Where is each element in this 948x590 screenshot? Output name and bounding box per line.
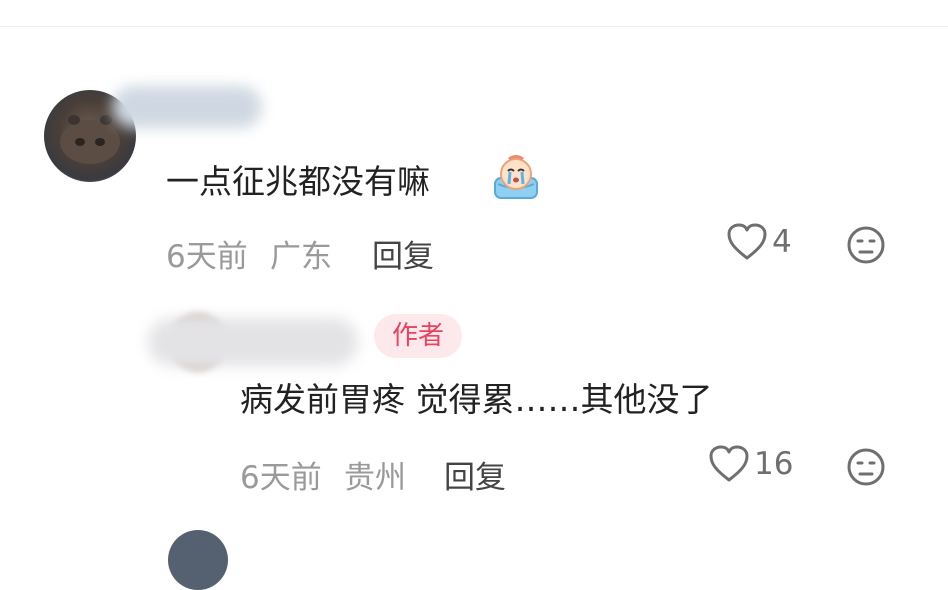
- like-button[interactable]: 4: [726, 222, 792, 262]
- reply-to-reply-button[interactable]: 回复: [444, 452, 506, 497]
- author-name-blurred: [148, 318, 358, 366]
- reply-text: 病发前胃疼 觉得累……其他没了: [240, 380, 713, 419]
- reply-like-count: 16: [754, 446, 794, 482]
- comment-time: 6天前: [166, 239, 248, 275]
- top-divider: [0, 26, 948, 27]
- crying-face-sticker-icon: [492, 154, 540, 204]
- reply-dislike-button[interactable]: [846, 447, 886, 491]
- neutral-face-icon: [847, 448, 885, 486]
- next-commenter-avatar[interactable]: [168, 530, 228, 590]
- reply-like-button[interactable]: 16: [708, 444, 793, 484]
- comment-text: 一点征兆都没有嘛: [166, 162, 430, 201]
- dislike-button[interactable]: [846, 225, 886, 269]
- reply-location: 贵州: [344, 460, 406, 496]
- author-tag: 作者: [374, 314, 463, 358]
- like-count: 4: [772, 224, 792, 260]
- reply-time: 6天前: [240, 460, 322, 496]
- reply-button[interactable]: 回复: [372, 231, 434, 276]
- heart-outline-icon: [727, 223, 767, 260]
- neutral-face-icon: [847, 226, 885, 264]
- comment-location: 广东: [270, 239, 332, 275]
- heart-outline-icon: [709, 445, 749, 482]
- commenter-name-blurred: [112, 86, 262, 128]
